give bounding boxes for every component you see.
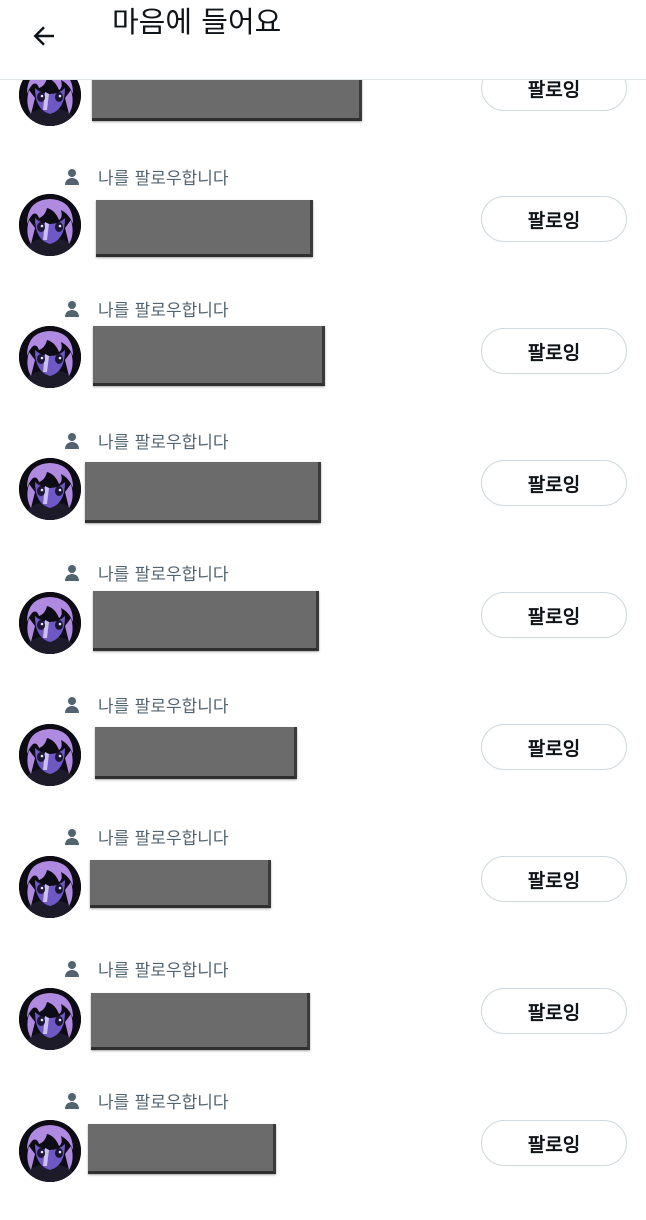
follows-you-indicator: 나를 팔로우합니다 xyxy=(62,428,229,453)
follows-you-indicator: 나를 팔로우합니다 xyxy=(62,692,229,717)
redacted-user-name xyxy=(93,591,319,651)
following-button[interactable]: 팔로잉 xyxy=(481,196,627,242)
follows-you-label: 나를 팔로우합니다 xyxy=(98,1092,229,1113)
purple-hair-character-avatar-icon xyxy=(19,856,81,918)
follows-you-indicator: 나를 팔로우합니다 xyxy=(62,560,229,585)
user-cell[interactable]: 나를 팔로우합니다 팔로잉 xyxy=(0,428,646,560)
user-avatar[interactable] xyxy=(19,1120,81,1182)
user-cell[interactable]: 나를 팔로우합니다 팔로잉 xyxy=(0,956,646,1088)
person-icon xyxy=(62,166,82,186)
follows-you-label: 나를 팔로우합니다 xyxy=(98,960,229,981)
purple-hair-character-avatar-icon xyxy=(19,988,81,1050)
redacted-user-name xyxy=(96,200,313,257)
purple-hair-character-avatar-icon xyxy=(19,194,81,256)
person-icon xyxy=(62,826,82,846)
redacted-user-name xyxy=(91,993,310,1050)
user-avatar[interactable] xyxy=(19,592,81,654)
follows-you-indicator: 나를 팔로우합니다 xyxy=(62,164,229,189)
user-avatar[interactable] xyxy=(19,724,81,786)
purple-hair-character-avatar-icon xyxy=(19,1120,81,1182)
purple-hair-character-avatar-icon xyxy=(19,326,81,388)
person-icon xyxy=(62,430,82,450)
purple-hair-character-avatar-icon xyxy=(19,724,81,786)
redacted-user-name xyxy=(88,1124,276,1174)
following-button[interactable]: 팔로잉 xyxy=(481,460,627,506)
user-avatar[interactable] xyxy=(19,326,81,388)
back-button[interactable] xyxy=(24,16,64,56)
person-icon xyxy=(62,694,82,714)
redacted-user-name xyxy=(95,727,297,779)
user-avatar[interactable] xyxy=(19,458,81,520)
follows-you-indicator: 나를 팔로우합니다 xyxy=(62,1088,229,1113)
liked-by-user-list: 팔로잉 나를 팔로우합니다 팔로잉 나를 팔로우합니다 팔로잉 나를 팔로우합니… xyxy=(0,0,646,1199)
follows-you-label: 나를 팔로우합니다 xyxy=(98,828,229,849)
follows-you-label: 나를 팔로우합니다 xyxy=(98,168,229,189)
arrow-left-icon xyxy=(33,26,54,46)
user-cell[interactable]: 나를 팔로우합니다 팔로잉 xyxy=(0,164,646,296)
purple-hair-character-avatar-icon xyxy=(19,592,81,654)
following-button[interactable]: 팔로잉 xyxy=(481,724,627,770)
purple-hair-character-avatar-icon xyxy=(19,458,81,520)
follows-you-indicator: 나를 팔로우합니다 xyxy=(62,956,229,981)
user-avatar[interactable] xyxy=(19,988,81,1050)
top-app-bar: 마음에 들어요 xyxy=(0,0,646,80)
person-icon xyxy=(62,562,82,582)
follows-you-label: 나를 팔로우합니다 xyxy=(98,432,229,453)
redacted-user-name xyxy=(90,860,271,908)
follows-you-indicator: 나를 팔로우합니다 xyxy=(62,824,229,849)
user-cell[interactable]: 나를 팔로우합니다 팔로잉 xyxy=(0,824,646,956)
follows-you-indicator: 나를 팔로우합니다 xyxy=(62,296,229,321)
following-button[interactable]: 팔로잉 xyxy=(481,1120,627,1166)
person-icon xyxy=(62,958,82,978)
following-button[interactable]: 팔로잉 xyxy=(481,592,627,638)
person-icon xyxy=(62,1090,82,1110)
user-cell[interactable]: 나를 팔로우합니다 팔로잉 xyxy=(0,560,646,692)
follows-you-label: 나를 팔로우합니다 xyxy=(98,300,229,321)
following-button[interactable]: 팔로잉 xyxy=(481,988,627,1034)
follows-you-label: 나를 팔로우합니다 xyxy=(98,564,229,585)
user-avatar[interactable] xyxy=(19,856,81,918)
user-avatar[interactable] xyxy=(19,194,81,256)
user-cell[interactable]: 나를 팔로우합니다 팔로잉 xyxy=(0,296,646,428)
following-button[interactable]: 팔로잉 xyxy=(481,856,627,902)
redacted-user-name xyxy=(85,462,321,523)
redacted-user-name xyxy=(93,326,325,386)
follows-you-label: 나를 팔로우합니다 xyxy=(98,696,229,717)
user-cell[interactable]: 나를 팔로우합니다 팔로잉 xyxy=(0,692,646,824)
following-button[interactable]: 팔로잉 xyxy=(481,328,627,374)
person-icon xyxy=(62,298,82,318)
page-title: 마음에 들어요 xyxy=(112,5,282,39)
user-cell[interactable]: 나를 팔로우합니다 팔로잉 xyxy=(0,1088,646,1220)
